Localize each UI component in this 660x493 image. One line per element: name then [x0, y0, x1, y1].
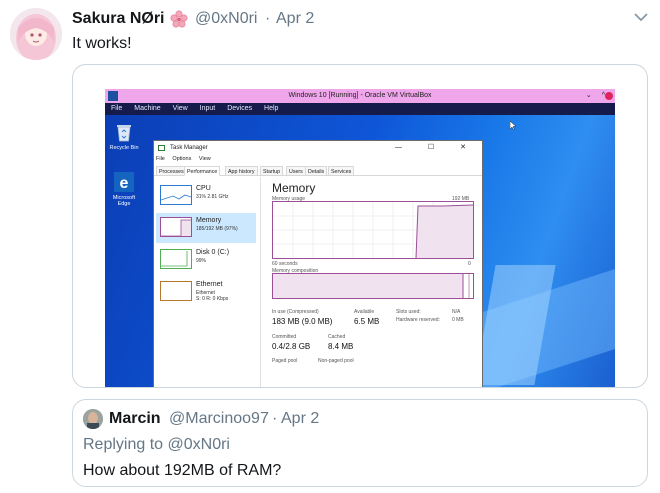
mouse-cursor-icon [509, 117, 517, 131]
memory-heading: Memory [272, 181, 316, 195]
tab-performance[interactable]: Performance [184, 166, 221, 176]
vm-title-bar: Windows 10 [Running] - Oracle VM Virtual… [105, 89, 615, 103]
task-manager-title-bar: Task Manager — ☐ ✕ [154, 141, 482, 155]
committed-label: Committed [272, 334, 297, 340]
chevron-down-icon[interactable] [632, 10, 650, 22]
author-avatar[interactable] [10, 8, 62, 60]
nonpaged-pool-label: Non-paged pool [318, 358, 354, 364]
sidebar-title: Disk 0 (C:) [196, 249, 230, 256]
tab-services[interactable]: Services [328, 166, 355, 176]
separator-dot: · [272, 410, 278, 427]
task-manager-title: Task Manager [170, 145, 208, 151]
tab-startup[interactable]: Startup [260, 166, 284, 176]
slots-label: Slots used: [396, 309, 421, 315]
slots-value: N/A [452, 309, 461, 315]
sidebar-divider [260, 177, 261, 387]
hw-reserved-label: Hardware reserved: [396, 317, 440, 323]
media-card[interactable]: Windows 10 [Running] - Oracle VM Virtual… [72, 64, 648, 388]
paged-pool-label: Paged pool [272, 358, 298, 364]
windows-desktop: Recycle Bin e Microsoft Edge Task Manage… [105, 115, 615, 387]
vm-title: Windows 10 [Running] - Oracle VM Virtual… [288, 92, 432, 99]
sidebar-title: Ethernet [196, 281, 223, 288]
cpu-sparkline [160, 185, 192, 205]
vm-menu-devices[interactable]: Devices [227, 105, 252, 112]
ethernet-sparkline [160, 281, 192, 301]
sidebar-item-cpu[interactable]: CPU 31% 2.81 GHz [156, 181, 256, 211]
vm-close-button[interactable] [605, 92, 613, 100]
recycle-bin-icon[interactable] [113, 121, 135, 143]
vm-menu-view[interactable]: View [173, 105, 188, 112]
in-use-label: In use (Compressed) [272, 309, 319, 315]
sidebar-sub: 31% 2.81 GHz [196, 194, 229, 200]
tweet-text: It works! [72, 35, 132, 52]
virtualbox-app-icon [108, 91, 118, 101]
memory-usage-graph [272, 201, 474, 259]
sidebar-sub: 185/192 MB (97%) [196, 226, 238, 232]
tab-users[interactable]: Users [286, 166, 306, 176]
sidebar-sub: S: 0 R: 0 Kbps [196, 296, 229, 302]
task-manager-window-controls[interactable]: — ☐ ✕ [395, 141, 478, 155]
vm-menu-file[interactable]: File [111, 105, 122, 112]
vm-menu-bar: File Machine View Input Devices Help [105, 103, 615, 115]
tm-menu-file[interactable]: File [156, 156, 165, 162]
tweet-date[interactable]: Apr 2 [276, 10, 314, 28]
cached-value: 8.4 MB [328, 342, 354, 351]
tab-details[interactable]: Details [305, 166, 328, 176]
cached-label: Cached [328, 334, 346, 340]
tm-menu-view[interactable]: View [199, 156, 211, 162]
memory-sparkline [160, 217, 192, 237]
edge-icon[interactable]: e [113, 171, 135, 193]
tm-menu-options[interactable]: Options [172, 156, 191, 162]
sidebar-title: CPU [196, 185, 211, 192]
vm-menu-input[interactable]: Input [200, 105, 216, 112]
graph-axis-left: 60 seconds [272, 261, 298, 267]
quote-author-name[interactable]: Marcin [109, 410, 161, 428]
task-manager-menu: File Options View [156, 156, 217, 162]
quote-text: How about 192MB of RAM? [83, 462, 282, 479]
task-manager-tabs: Processes Performance App history Startu… [154, 166, 482, 176]
svg-text:e: e [120, 175, 129, 192]
vm-menu-help[interactable]: Help [264, 105, 278, 112]
disk-sparkline [160, 249, 192, 269]
memory-composition-bar [272, 273, 474, 299]
replying-prefix: Replying to [83, 436, 164, 453]
quote-author-avatar[interactable] [83, 409, 103, 429]
quote-author-handle[interactable]: @Marcinoo97 [169, 410, 269, 428]
task-manager-window: Task Manager — ☐ ✕ File Options View Pro… [153, 140, 483, 387]
sidebar-item-ethernet[interactable]: Ethernet Ethernet S: 0 R: 0 Kbps [156, 277, 256, 307]
hw-reserved-value: 0 MB [452, 317, 464, 323]
cherry-blossom-icon [170, 10, 188, 28]
desktop-icon-label: Recycle Bin [109, 145, 139, 151]
virtualbox-window: Windows 10 [Running] - Oracle VM Virtual… [105, 89, 615, 387]
author-handle[interactable]: @0xN0ri [195, 10, 257, 28]
replying-to: Replying to @0xN0ri [83, 436, 230, 454]
desktop-icon-label: Microsoft Edge [112, 195, 136, 207]
quoted-tweet[interactable]: Marcin @Marcinoo97 · Apr 2 Replying to @… [72, 399, 648, 487]
available-value: 6.5 MB [354, 317, 380, 326]
in-use-value: 183 MB (9.0 MB) [272, 317, 333, 326]
committed-value: 0.4/2.8 GB [272, 342, 311, 351]
tab-app-history[interactable]: App history [225, 166, 258, 176]
quote-date[interactable]: Apr 2 [281, 410, 319, 428]
task-manager-icon [158, 145, 165, 151]
separator-dot: · [265, 10, 271, 27]
vm-menu-machine[interactable]: Machine [134, 105, 160, 112]
sidebar-sub: 99% [196, 258, 207, 264]
sidebar-item-disk[interactable]: Disk 0 (C:) 99% [156, 245, 256, 275]
available-label: Available [354, 309, 375, 315]
tab-processes[interactable]: Processes [156, 166, 187, 176]
replying-handle[interactable]: @0xN0ri [168, 436, 230, 453]
graph-axis-right: 0 [468, 261, 471, 267]
author-name[interactable]: Sakura NØri [72, 10, 164, 28]
sidebar-title: Memory [196, 217, 222, 224]
sidebar-item-memory[interactable]: Memory 185/192 MB (97%) [156, 213, 256, 243]
